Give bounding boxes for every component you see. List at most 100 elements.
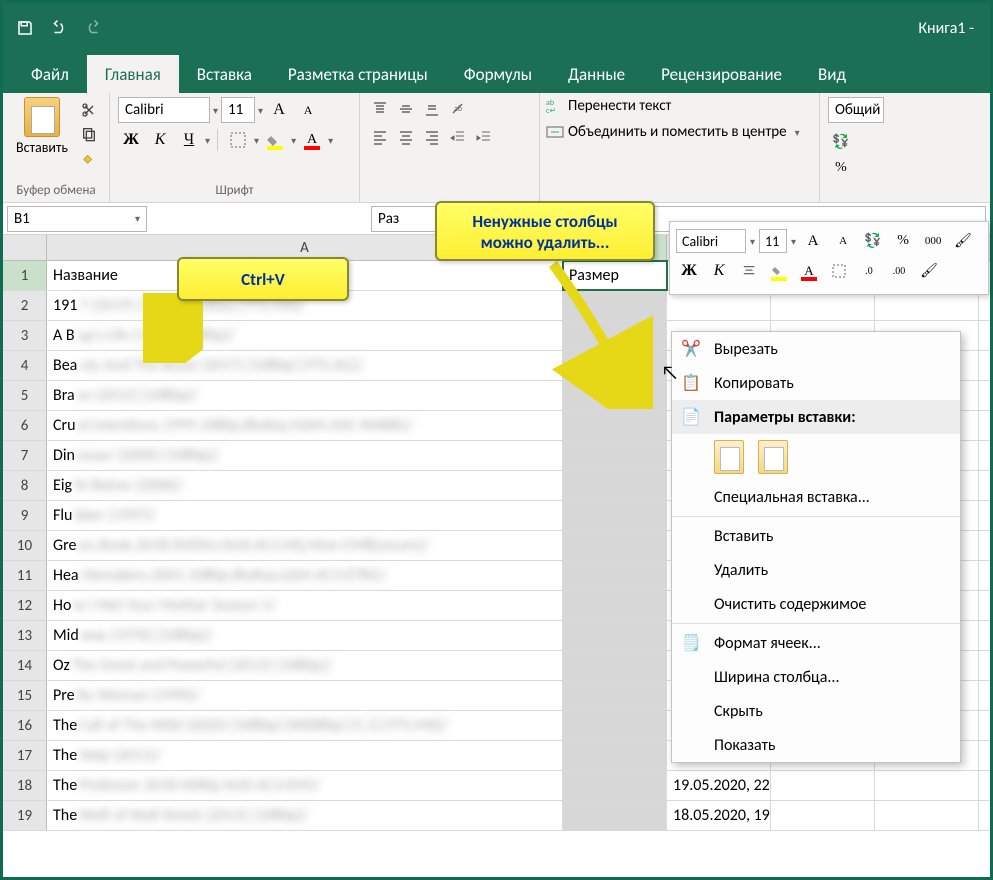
cell[interactable] xyxy=(563,681,667,710)
increase-indent-button[interactable] xyxy=(472,125,496,149)
mini-align[interactable] xyxy=(736,258,762,284)
row-header[interactable]: 14 xyxy=(3,651,47,680)
number-format-combo[interactable]: Общий xyxy=(828,97,884,123)
paste-button[interactable]: Вставить xyxy=(11,97,73,156)
ctx-copy[interactable]: 📋 Копировать xyxy=(672,366,960,400)
mini-borders[interactable] xyxy=(826,258,852,284)
cell[interactable]: Heartbreakers.2001.1080p.BluRay.x264.AC3… xyxy=(47,561,563,590)
row-header[interactable]: 1 xyxy=(3,261,47,290)
align-right-button[interactable] xyxy=(420,125,444,149)
cell[interactable] xyxy=(563,531,667,560)
cell[interactable] xyxy=(771,801,875,830)
tab-home[interactable]: Главная xyxy=(87,55,179,93)
ctx-insert[interactable]: Вставить xyxy=(672,519,960,553)
mini-currency[interactable]: 💱 xyxy=(860,228,886,254)
mini-format-painter[interactable]: 🖌 xyxy=(950,228,976,254)
cell[interactable] xyxy=(563,711,667,740)
mini-comma[interactable]: 000 xyxy=(920,228,946,254)
font-color-button[interactable]: A xyxy=(299,127,325,153)
cell[interactable] xyxy=(563,771,667,800)
mini-percent[interactable]: % xyxy=(890,228,916,254)
orientation-button[interactable]: ab xyxy=(446,97,470,121)
row-header[interactable]: 6 xyxy=(3,411,47,440)
ctx-unhide[interactable]: Показать xyxy=(672,728,960,762)
cell[interactable]: A Bug's Life (1998) [1080p]/ xyxy=(47,321,563,350)
row-header[interactable]: 19 xyxy=(3,801,47,830)
row-header[interactable]: 10 xyxy=(3,531,47,560)
cell[interactable] xyxy=(563,561,667,590)
cut-button[interactable] xyxy=(77,99,101,121)
increase-font-button[interactable]: A xyxy=(266,97,292,123)
cell[interactable] xyxy=(563,801,667,830)
cell[interactable]: The Help (2011)/ xyxy=(47,741,563,770)
cell[interactable]: Brave (2012) [1080p]/ xyxy=(47,381,563,410)
cell[interactable]: Beauty And The Beast (2017) [1080p] [YTS… xyxy=(47,351,563,380)
row-header[interactable]: 7 xyxy=(3,441,47,470)
row-header[interactable]: 16 xyxy=(3,711,47,740)
tab-review[interactable]: Рецензирование xyxy=(643,55,800,93)
cell[interactable]: 18.05.2020, 19:24:16 xyxy=(667,801,771,830)
paste-option-2[interactable] xyxy=(758,440,788,474)
row-header[interactable]: 18 xyxy=(3,771,47,800)
bold-button[interactable]: Ж xyxy=(118,127,144,153)
mini-font-color[interactable]: A xyxy=(796,258,822,284)
cell[interactable]: The Call of The Wild (2020) [1080p] [WEB… xyxy=(47,711,563,740)
cell[interactable] xyxy=(771,771,875,800)
ctx-clear-contents[interactable]: Очистить содержимое xyxy=(672,587,960,621)
tab-data[interactable]: Данные xyxy=(550,55,643,93)
fill-color-button[interactable] xyxy=(262,127,288,153)
row-header[interactable]: 8 xyxy=(3,471,47,500)
cell[interactable]: Pretty Woman (1990)/ xyxy=(47,681,563,710)
mini-inc-font[interactable]: A xyxy=(800,228,826,254)
cell[interactable]: Eight Below (2006)/ xyxy=(47,471,563,500)
cell[interactable]: Flubber (1997)/ xyxy=(47,501,563,530)
cell[interactable]: The Wolf of Wall Street (2013) [1080p]/ xyxy=(47,801,563,830)
align-bottom-button[interactable] xyxy=(420,97,444,121)
row-header[interactable]: 12 xyxy=(3,591,47,620)
cell[interactable]: Dinosaur (2000) [1080p]/ xyxy=(47,441,563,470)
tab-view[interactable]: Вид xyxy=(800,55,864,93)
cell[interactable] xyxy=(875,291,979,320)
undo-button[interactable] xyxy=(45,14,73,42)
row-header[interactable]: 5 xyxy=(3,381,47,410)
cell[interactable] xyxy=(875,771,979,800)
cell[interactable]: Cruel.Intentions.1999.1080p.BluRay.H264.… xyxy=(47,411,563,440)
row-header[interactable]: 3 xyxy=(3,321,47,350)
cell[interactable] xyxy=(875,801,979,830)
font-size-combo[interactable]: 11 xyxy=(221,97,255,123)
cell[interactable] xyxy=(563,651,667,680)
format-painter-button[interactable] xyxy=(77,147,101,169)
select-all-corner[interactable] xyxy=(3,235,47,260)
cell[interactable] xyxy=(563,501,667,530)
tab-page-layout[interactable]: Разметка страницы xyxy=(270,55,446,93)
font-name-combo[interactable]: Calibri xyxy=(118,97,210,123)
ctx-hide[interactable]: Скрыть xyxy=(672,694,960,728)
ctx-paste-special[interactable]: Специальная вставка... xyxy=(672,480,960,514)
merge-center-button[interactable]: Объединить и поместить в центре ▾ xyxy=(540,119,819,145)
redo-button[interactable] xyxy=(79,14,107,42)
mini-fill-color[interactable] xyxy=(766,258,792,284)
row-header[interactable]: 11 xyxy=(3,561,47,590)
mini-format-painter-2[interactable]: 🖌 xyxy=(916,258,942,284)
wrap-text-button[interactable]: abc↵ Перенести текст xyxy=(540,93,819,119)
cell[interactable] xyxy=(563,411,667,440)
cell[interactable] xyxy=(563,591,667,620)
ctx-delete[interactable]: Удалить xyxy=(672,553,960,587)
mini-dec-font[interactable]: A xyxy=(830,228,856,254)
name-box[interactable]: B1 xyxy=(7,206,147,232)
mini-dec-decimal[interactable]: .00 xyxy=(886,258,912,284)
cell[interactable] xyxy=(563,441,667,470)
tab-formulas[interactable]: Формулы xyxy=(446,55,550,93)
cell[interactable] xyxy=(563,741,667,770)
underline-button[interactable]: Ч xyxy=(176,127,202,153)
cell[interactable]: Midway (1976) [1080p]/ xyxy=(47,621,563,650)
cell[interactable]: 19.05.2020, 22:46:26 xyxy=(667,771,771,800)
row-header[interactable]: 4 xyxy=(3,351,47,380)
row-header[interactable]: 13 xyxy=(3,621,47,650)
copy-button[interactable] xyxy=(77,123,101,145)
cell[interactable]: Green.Book.2018.DVDScr.Xvid.AC3.HQ.Hive-… xyxy=(47,531,563,560)
mini-font-size[interactable]: 11 xyxy=(759,229,787,253)
mini-font-name[interactable]: Calibri xyxy=(676,229,746,253)
align-left-button[interactable] xyxy=(368,125,392,149)
mini-italic[interactable]: К xyxy=(706,258,732,284)
